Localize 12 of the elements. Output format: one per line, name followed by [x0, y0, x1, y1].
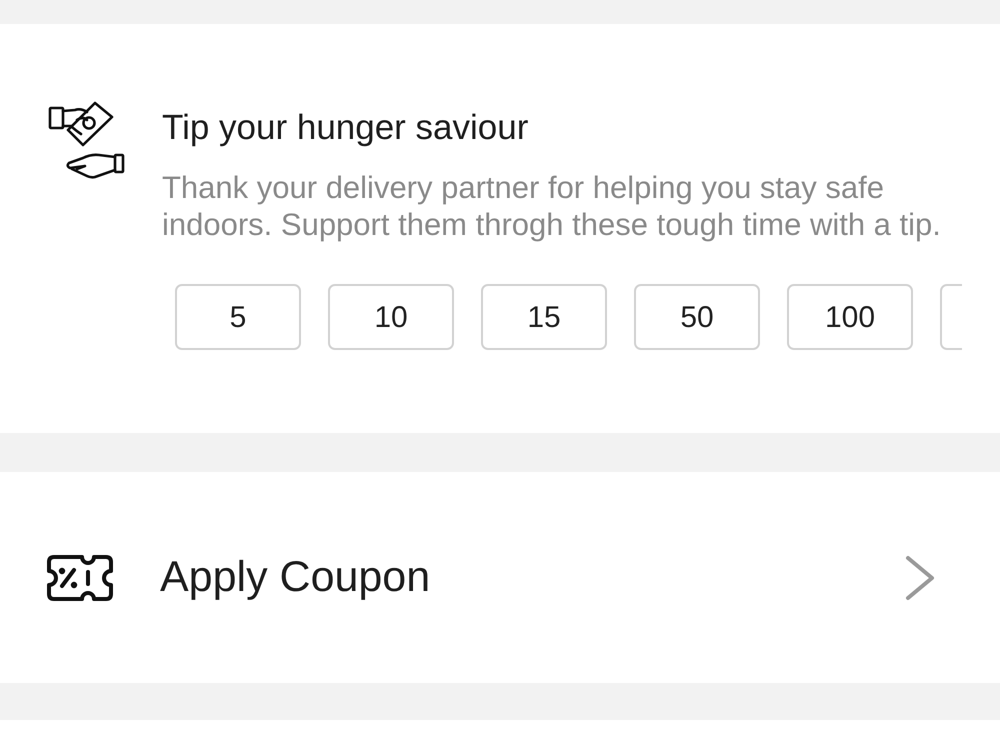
apply-coupon-row[interactable]: Apply Coupon [0, 472, 1000, 683]
tip-title: Tip your hunger saviour [162, 108, 530, 148]
apply-coupon-label: Apply Coupon [160, 552, 430, 604]
tip-description: Thank your delivery partner for helping you stay safe indoors. Support them throgh these tough time with a tip. [162, 169, 942, 243]
tip-amount-button[interactable]: 50 [634, 284, 760, 350]
tip-amount-button[interactable]: 10 [328, 284, 454, 350]
tip-amount-button[interactable]: 100 [787, 284, 913, 350]
hand-giving-money-icon [47, 100, 125, 180]
tip-amount-button[interactable]: 15 [481, 284, 607, 350]
chevron-right-icon [905, 554, 935, 600]
tip-amount-button[interactable]: 5 [175, 284, 301, 350]
coupon-ticket-icon [47, 554, 113, 600]
